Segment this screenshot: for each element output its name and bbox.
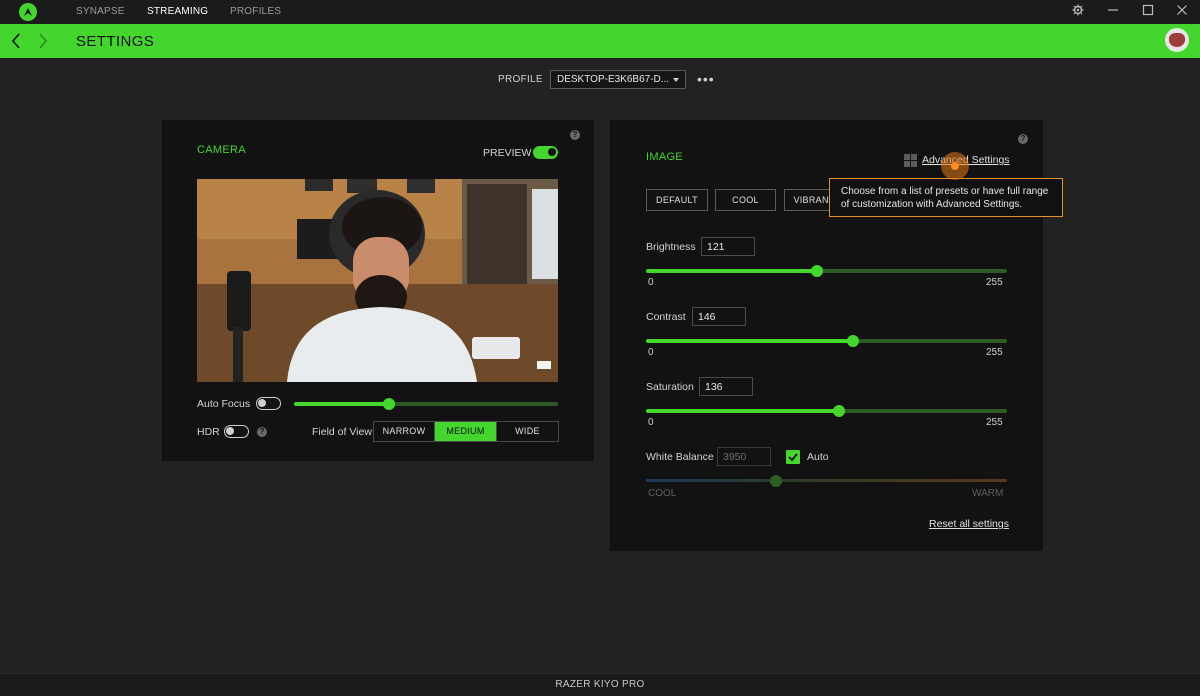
gear-icon[interactable] [1070, 4, 1086, 20]
image-help-icon[interactable]: ? [1018, 134, 1028, 144]
avatar[interactable] [1165, 28, 1189, 52]
chevron-down-icon [673, 78, 679, 82]
white-balance-input[interactable]: 3950 [717, 447, 771, 466]
close-icon[interactable] [1174, 4, 1190, 20]
back-arrow-icon[interactable] [9, 32, 23, 50]
saturation-slider-thumb[interactable] [832, 405, 845, 417]
cursor-pointer-icon [951, 162, 959, 170]
brightness-input[interactable]: 121 [701, 237, 755, 256]
focus-slider-thumb[interactable] [383, 398, 396, 410]
white-balance-label: White Balance [646, 451, 714, 463]
contrast-label: Contrast [646, 311, 686, 323]
brightness-slider[interactable] [646, 269, 1007, 273]
reset-all-settings-link[interactable]: Reset all settings [929, 518, 1009, 530]
hdr-help-icon[interactable]: ? [257, 427, 267, 437]
image-title: IMAGE [646, 151, 683, 163]
camera-preview [197, 179, 558, 382]
saturation-max: 255 [986, 417, 1003, 428]
tab-streaming[interactable]: STREAMING [147, 6, 208, 17]
razer-logo-icon [19, 3, 37, 21]
saturation-min: 0 [648, 417, 654, 428]
brightness-min: 0 [648, 277, 654, 288]
status-bar: RAZER KIYO PRO [0, 673, 1200, 696]
auto-focus-toggle[interactable] [256, 397, 281, 410]
device-name: RAZER KIYO PRO [555, 679, 645, 690]
windows-icon [904, 154, 917, 167]
profile-dropdown[interactable]: DESKTOP-E3K6B67-D... [550, 70, 686, 89]
advanced-settings-tooltip: Choose from a list of presets or have fu… [829, 178, 1063, 217]
settings-header: SETTINGS [0, 24, 1200, 58]
preview-label: PREVIEW [483, 147, 532, 159]
contrast-min: 0 [648, 347, 654, 358]
white-balance-slider-thumb[interactable] [769, 475, 782, 487]
focus-slider[interactable] [294, 402, 558, 406]
page-title: SETTINGS [76, 33, 155, 50]
contrast-max: 255 [986, 347, 1003, 358]
more-options-icon[interactable]: ••• [697, 71, 715, 87]
fov-medium[interactable]: MEDIUM [435, 422, 497, 441]
checkmark-icon [788, 453, 798, 462]
contrast-input[interactable]: 146 [692, 307, 746, 326]
hdr-label: HDR [197, 426, 220, 438]
saturation-input[interactable]: 136 [699, 377, 753, 396]
title-bar: SYNAPSE STREAMING PROFILES [0, 0, 1200, 24]
tooltip-line-2: of customization with Advanced Settings. [841, 199, 1023, 210]
contrast-slider[interactable] [646, 339, 1007, 343]
tooltip-line-1: Choose from a list of presets or have fu… [841, 186, 1049, 197]
saturation-label: Saturation [646, 381, 694, 393]
fov-narrow[interactable]: NARROW [374, 422, 435, 441]
brightness-label: Brightness [646, 241, 696, 253]
fov-selector: NARROW MEDIUM WIDE [373, 421, 559, 442]
preview-toggle[interactable] [533, 146, 558, 159]
hdr-toggle[interactable] [224, 425, 249, 438]
white-balance-auto-checkbox[interactable] [786, 450, 800, 464]
forward-arrow-icon[interactable] [36, 32, 50, 50]
camera-title: CAMERA [197, 144, 246, 156]
white-balance-slider[interactable] [646, 479, 1007, 482]
fov-wide[interactable]: WIDE [497, 422, 558, 441]
auto-focus-label: Auto Focus [197, 398, 251, 410]
contrast-slider-thumb[interactable] [846, 335, 859, 347]
preset-default[interactable]: DEFAULT [646, 189, 708, 211]
fov-label: Field of View [312, 426, 372, 438]
white-balance-cool-label: COOL [648, 488, 677, 499]
tab-synapse[interactable]: SYNAPSE [76, 6, 125, 17]
tab-profiles[interactable]: PROFILES [230, 6, 281, 17]
white-balance-warm-label: WARM [972, 488, 1004, 499]
help-icon[interactable]: ? [570, 130, 580, 140]
profile-label: PROFILE [498, 74, 543, 85]
brightness-max: 255 [986, 277, 1003, 288]
profile-selected: DESKTOP-E3K6B67-D... [557, 74, 670, 85]
minimize-icon[interactable] [1105, 4, 1121, 20]
white-balance-auto-label: Auto [807, 451, 829, 463]
preset-cool[interactable]: COOL [715, 189, 776, 211]
maximize-icon[interactable] [1140, 4, 1156, 20]
saturation-slider[interactable] [646, 409, 1007, 413]
